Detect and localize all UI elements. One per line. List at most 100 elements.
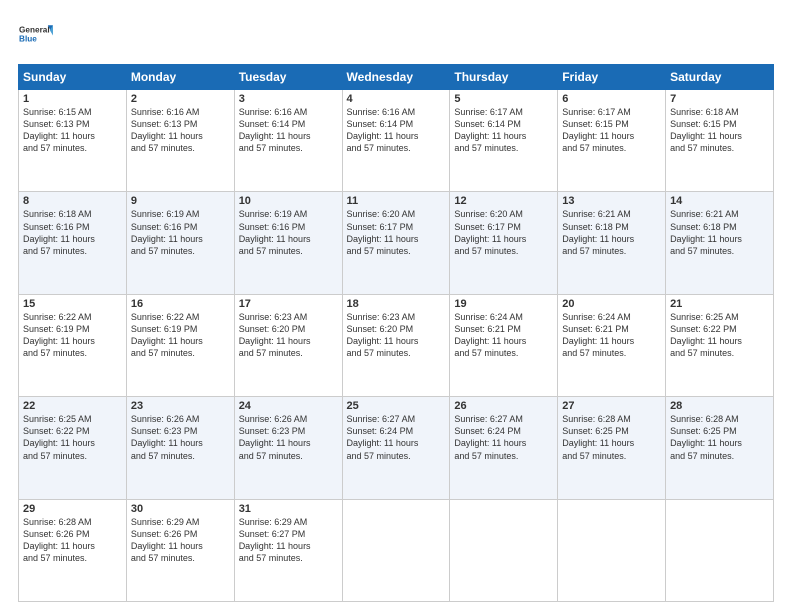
calendar-cell: 31Sunrise: 6:29 AMSunset: 6:27 PMDayligh… [234,499,342,601]
calendar-cell [450,499,558,601]
day-info: Sunrise: 6:28 AMSunset: 6:25 PMDaylight:… [670,413,769,462]
calendar-cell: 13Sunrise: 6:21 AMSunset: 6:18 PMDayligh… [558,192,666,294]
calendar-cell: 15Sunrise: 6:22 AMSunset: 6:19 PMDayligh… [19,294,127,396]
calendar-week-row: 29Sunrise: 6:28 AMSunset: 6:26 PMDayligh… [19,499,774,601]
calendar-cell [342,499,450,601]
day-info: Sunrise: 6:22 AMSunset: 6:19 PMDaylight:… [23,311,122,360]
day-number: 28 [670,400,769,412]
day-number: 23 [131,400,230,412]
page: General Blue SundayMondayTuesdayWednesda… [0,0,792,612]
calendar-cell: 21Sunrise: 6:25 AMSunset: 6:22 PMDayligh… [666,294,774,396]
weekday-header: Thursday [450,65,558,90]
day-info: Sunrise: 6:27 AMSunset: 6:24 PMDaylight:… [454,413,553,462]
calendar-cell: 24Sunrise: 6:26 AMSunset: 6:23 PMDayligh… [234,397,342,499]
day-info: Sunrise: 6:23 AMSunset: 6:20 PMDaylight:… [239,311,338,360]
day-info: Sunrise: 6:29 AMSunset: 6:27 PMDaylight:… [239,516,338,565]
day-info: Sunrise: 6:27 AMSunset: 6:24 PMDaylight:… [347,413,446,462]
day-number: 2 [131,93,230,105]
calendar-cell: 11Sunrise: 6:20 AMSunset: 6:17 PMDayligh… [342,192,450,294]
calendar-cell: 1Sunrise: 6:15 AMSunset: 6:13 PMDaylight… [19,90,127,192]
day-info: Sunrise: 6:25 AMSunset: 6:22 PMDaylight:… [23,413,122,462]
day-number: 29 [23,503,122,515]
day-number: 17 [239,298,338,310]
day-number: 30 [131,503,230,515]
calendar-cell [558,499,666,601]
calendar-cell: 17Sunrise: 6:23 AMSunset: 6:20 PMDayligh… [234,294,342,396]
calendar-cell: 27Sunrise: 6:28 AMSunset: 6:25 PMDayligh… [558,397,666,499]
calendar-cell [666,499,774,601]
day-number: 12 [454,195,553,207]
day-number: 11 [347,195,446,207]
calendar-week-row: 22Sunrise: 6:25 AMSunset: 6:22 PMDayligh… [19,397,774,499]
day-number: 25 [347,400,446,412]
day-number: 31 [239,503,338,515]
calendar-table: SundayMondayTuesdayWednesdayThursdayFrid… [18,64,774,602]
day-number: 1 [23,93,122,105]
calendar-week-row: 8Sunrise: 6:18 AMSunset: 6:16 PMDaylight… [19,192,774,294]
calendar-cell: 7Sunrise: 6:18 AMSunset: 6:15 PMDaylight… [666,90,774,192]
day-info: Sunrise: 6:16 AMSunset: 6:14 PMDaylight:… [239,106,338,155]
calendar-week-row: 1Sunrise: 6:15 AMSunset: 6:13 PMDaylight… [19,90,774,192]
day-info: Sunrise: 6:23 AMSunset: 6:20 PMDaylight:… [347,311,446,360]
day-info: Sunrise: 6:29 AMSunset: 6:26 PMDaylight:… [131,516,230,565]
header: General Blue [18,18,774,54]
day-info: Sunrise: 6:15 AMSunset: 6:13 PMDaylight:… [23,106,122,155]
calendar-cell: 12Sunrise: 6:20 AMSunset: 6:17 PMDayligh… [450,192,558,294]
calendar-cell: 4Sunrise: 6:16 AMSunset: 6:14 PMDaylight… [342,90,450,192]
day-info: Sunrise: 6:20 AMSunset: 6:17 PMDaylight:… [454,208,553,257]
calendar-cell: 26Sunrise: 6:27 AMSunset: 6:24 PMDayligh… [450,397,558,499]
day-info: Sunrise: 6:26 AMSunset: 6:23 PMDaylight:… [131,413,230,462]
day-number: 21 [670,298,769,310]
day-info: Sunrise: 6:25 AMSunset: 6:22 PMDaylight:… [670,311,769,360]
weekday-header: Tuesday [234,65,342,90]
day-number: 18 [347,298,446,310]
day-info: Sunrise: 6:24 AMSunset: 6:21 PMDaylight:… [454,311,553,360]
day-number: 9 [131,195,230,207]
day-info: Sunrise: 6:28 AMSunset: 6:25 PMDaylight:… [562,413,661,462]
calendar-week-row: 15Sunrise: 6:22 AMSunset: 6:19 PMDayligh… [19,294,774,396]
calendar-header-row: SundayMondayTuesdayWednesdayThursdayFrid… [19,65,774,90]
calendar-cell: 6Sunrise: 6:17 AMSunset: 6:15 PMDaylight… [558,90,666,192]
day-info: Sunrise: 6:16 AMSunset: 6:14 PMDaylight:… [347,106,446,155]
day-info: Sunrise: 6:20 AMSunset: 6:17 PMDaylight:… [347,208,446,257]
day-info: Sunrise: 6:18 AMSunset: 6:16 PMDaylight:… [23,208,122,257]
day-number: 27 [562,400,661,412]
calendar-cell: 5Sunrise: 6:17 AMSunset: 6:14 PMDaylight… [450,90,558,192]
day-info: Sunrise: 6:17 AMSunset: 6:15 PMDaylight:… [562,106,661,155]
day-number: 5 [454,93,553,105]
day-info: Sunrise: 6:17 AMSunset: 6:14 PMDaylight:… [454,106,553,155]
day-info: Sunrise: 6:21 AMSunset: 6:18 PMDaylight:… [562,208,661,257]
weekday-header: Monday [126,65,234,90]
calendar-cell: 29Sunrise: 6:28 AMSunset: 6:26 PMDayligh… [19,499,127,601]
day-number: 16 [131,298,230,310]
day-number: 13 [562,195,661,207]
day-number: 22 [23,400,122,412]
day-info: Sunrise: 6:21 AMSunset: 6:18 PMDaylight:… [670,208,769,257]
day-info: Sunrise: 6:22 AMSunset: 6:19 PMDaylight:… [131,311,230,360]
calendar-cell: 2Sunrise: 6:16 AMSunset: 6:13 PMDaylight… [126,90,234,192]
calendar-cell: 28Sunrise: 6:28 AMSunset: 6:25 PMDayligh… [666,397,774,499]
day-number: 10 [239,195,338,207]
calendar-cell: 18Sunrise: 6:23 AMSunset: 6:20 PMDayligh… [342,294,450,396]
day-number: 26 [454,400,553,412]
svg-text:Blue: Blue [19,35,37,44]
calendar-cell: 9Sunrise: 6:19 AMSunset: 6:16 PMDaylight… [126,192,234,294]
calendar-cell: 10Sunrise: 6:19 AMSunset: 6:16 PMDayligh… [234,192,342,294]
calendar-cell: 20Sunrise: 6:24 AMSunset: 6:21 PMDayligh… [558,294,666,396]
day-number: 15 [23,298,122,310]
calendar-cell: 25Sunrise: 6:27 AMSunset: 6:24 PMDayligh… [342,397,450,499]
day-number: 24 [239,400,338,412]
day-info: Sunrise: 6:18 AMSunset: 6:15 PMDaylight:… [670,106,769,155]
day-info: Sunrise: 6:26 AMSunset: 6:23 PMDaylight:… [239,413,338,462]
day-number: 14 [670,195,769,207]
day-number: 7 [670,93,769,105]
day-number: 3 [239,93,338,105]
day-number: 4 [347,93,446,105]
calendar-cell: 22Sunrise: 6:25 AMSunset: 6:22 PMDayligh… [19,397,127,499]
day-number: 6 [562,93,661,105]
day-info: Sunrise: 6:19 AMSunset: 6:16 PMDaylight:… [239,208,338,257]
day-info: Sunrise: 6:28 AMSunset: 6:26 PMDaylight:… [23,516,122,565]
day-info: Sunrise: 6:19 AMSunset: 6:16 PMDaylight:… [131,208,230,257]
weekday-header: Saturday [666,65,774,90]
logo: General Blue [18,18,54,54]
